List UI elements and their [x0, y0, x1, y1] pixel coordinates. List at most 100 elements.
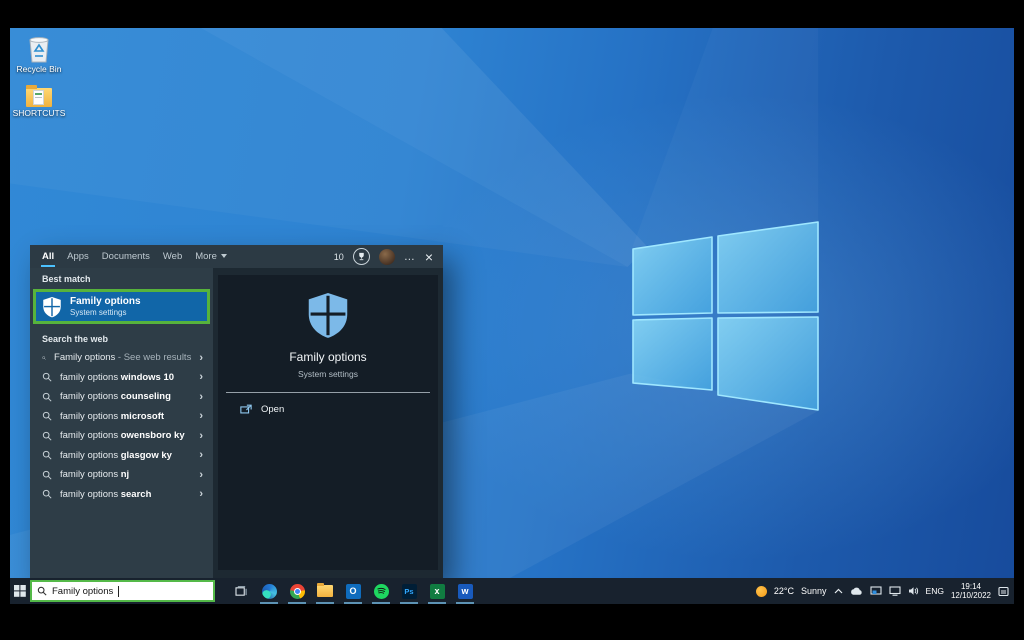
more-options-button[interactable]: …: [404, 254, 416, 260]
search-icon: [42, 372, 52, 382]
task-view-icon: [235, 586, 248, 597]
search-icon: [42, 431, 52, 441]
clock-date: 12/10/2022: [951, 591, 991, 600]
best-match-result-family-options[interactable]: Family options System settings: [33, 289, 210, 324]
screen: Recycle Bin SHORTCUTS All Apps Documents…: [0, 0, 1024, 640]
hidden-icons-chevron-icon[interactable]: [834, 588, 843, 594]
system-tray: 22°C Sunny ENG 19:14: [756, 582, 1014, 600]
best-match-subtitle: System settings: [70, 308, 141, 317]
preview-subtitle: System settings: [298, 369, 358, 379]
chevron-right-icon[interactable]: ›: [199, 353, 203, 363]
photoshop-icon: Ps: [402, 584, 417, 599]
task-view-button[interactable]: [229, 578, 253, 604]
chevron-right-icon[interactable]: ›: [199, 411, 203, 421]
chevron-down-icon: [221, 254, 227, 258]
shield-icon: [42, 296, 62, 318]
weather-condition[interactable]: Sunny: [801, 586, 827, 596]
desktop-wallpaper: Recycle Bin SHORTCUTS All Apps Documents…: [10, 28, 1014, 604]
action-center-icon[interactable]: [998, 586, 1009, 597]
folder-icon: [26, 88, 52, 107]
taskbar-app-icons: O Ps x w: [229, 578, 477, 604]
taskbar-search-input[interactable]: Family options: [30, 580, 215, 602]
network-icon[interactable]: [889, 586, 901, 596]
file-explorer-icon: [317, 585, 333, 597]
tab-apps[interactable]: Apps: [67, 248, 89, 265]
preview-title: Family options: [289, 350, 366, 364]
tab-all[interactable]: All: [42, 248, 54, 265]
search-header-actions: 10 … ×: [334, 248, 433, 265]
taskbar: Family options O: [10, 578, 1014, 604]
chevron-right-icon[interactable]: ›: [199, 489, 203, 499]
windows-search-panel: All Apps Documents Web More 10 … × Best: [30, 245, 443, 578]
close-icon[interactable]: ×: [425, 251, 433, 263]
taskbar-excel[interactable]: x: [425, 578, 449, 604]
chevron-right-icon[interactable]: ›: [199, 470, 203, 480]
taskbar-spotify[interactable]: [369, 578, 393, 604]
preview-column: Family options System settings Open: [213, 268, 443, 578]
search-icon: [37, 586, 47, 596]
open-label: Open: [261, 404, 284, 415]
user-avatar[interactable]: [379, 249, 395, 265]
chevron-right-icon[interactable]: ›: [199, 431, 203, 441]
tab-web[interactable]: Web: [163, 248, 182, 265]
taskbar-word[interactable]: w: [453, 578, 477, 604]
rewards-trophy-icon[interactable]: [353, 248, 370, 265]
open-icon: [240, 404, 252, 415]
tab-documents[interactable]: Documents: [102, 248, 150, 265]
word-icon: w: [458, 584, 473, 599]
desktop-icon-recycle-bin[interactable]: Recycle Bin: [10, 33, 68, 74]
shield-icon: [306, 291, 350, 339]
desktop-icon-shortcuts-folder[interactable]: SHORTCUTS: [10, 88, 68, 118]
search-icon: [42, 411, 52, 421]
taskbar-photoshop[interactable]: Ps: [397, 578, 421, 604]
text-cursor: [118, 586, 119, 597]
desktop-icon-label: SHORTCUTS: [13, 109, 66, 118]
preview-card: Family options System settings Open: [218, 275, 438, 570]
desktop-icon-label: Recycle Bin: [17, 65, 62, 74]
taskbar-chrome[interactable]: [285, 578, 309, 604]
web-suggestion-row[interactable]: family options nj ›: [30, 465, 213, 485]
search-icon: [42, 353, 46, 363]
edge-icon: [262, 584, 277, 599]
tab-more[interactable]: More: [195, 248, 227, 265]
weather-temperature[interactable]: 22°C: [774, 586, 794, 596]
search-input-value: Family options: [52, 586, 113, 597]
spotify-icon: [374, 584, 389, 599]
chevron-right-icon[interactable]: ›: [199, 372, 203, 382]
volume-icon[interactable]: [908, 586, 919, 596]
web-suggestion-row[interactable]: family options owensboro ky ›: [30, 426, 213, 446]
search-panel-body: Best match Family options System setting…: [30, 268, 443, 578]
web-suggestion-row[interactable]: family options microsoft ›: [30, 407, 213, 427]
best-match-text: Family options System settings: [70, 296, 141, 317]
taskbar-edge[interactable]: [257, 578, 281, 604]
taskbar-clock[interactable]: 19:14 12/10/2022: [951, 582, 991, 600]
weather-sun-icon[interactable]: [756, 586, 767, 597]
onedrive-cloud-icon[interactable]: [850, 587, 863, 596]
document-in-folder-icon: [33, 90, 44, 105]
taskbar-file-explorer[interactable]: [313, 578, 337, 604]
best-match-title: Family options: [70, 296, 141, 308]
search-icon: [42, 392, 52, 402]
web-suggestion-row[interactable]: family options counseling ›: [30, 387, 213, 407]
web-suggestion-row[interactable]: family options search ›: [30, 485, 213, 505]
recycle-bin-icon: [26, 33, 52, 63]
chevron-right-icon[interactable]: ›: [199, 392, 203, 402]
chrome-icon: [290, 584, 305, 599]
search-results-column: Best match Family options System setting…: [30, 268, 213, 578]
wireless-display-icon[interactable]: [870, 586, 882, 596]
rewards-points-count: 10: [334, 252, 344, 262]
search-icon: [42, 450, 52, 460]
web-suggestion-row[interactable]: Family options - See web results ›: [30, 348, 213, 368]
start-button[interactable]: [10, 578, 30, 604]
search-icon: [42, 489, 52, 499]
language-indicator[interactable]: ENG: [926, 586, 944, 596]
web-suggestion-row[interactable]: family options windows 10 ›: [30, 368, 213, 388]
open-action-button[interactable]: Open: [218, 393, 438, 415]
chevron-right-icon[interactable]: ›: [199, 450, 203, 460]
taskbar-outlook[interactable]: O: [341, 578, 365, 604]
web-suggestion-row[interactable]: family options glasgow ky ›: [30, 446, 213, 466]
search-tabs-bar: All Apps Documents Web More 10 … ×: [30, 245, 443, 268]
outlook-icon: O: [346, 584, 361, 599]
search-icon: [42, 470, 52, 480]
excel-icon: x: [430, 584, 445, 599]
